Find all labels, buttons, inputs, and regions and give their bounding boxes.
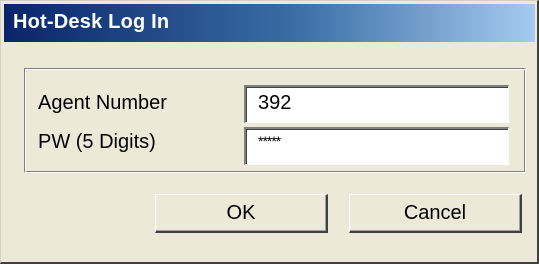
agent-number-input[interactable]: 392 <box>244 85 509 123</box>
title-bar[interactable]: Hot-Desk Log In <box>4 4 535 42</box>
password-input[interactable]: ***** <box>244 127 509 165</box>
password-label: PW (5 Digits) <box>38 131 156 153</box>
dialog-title: Hot-Desk Log In <box>13 11 170 33</box>
cancel-button[interactable]: Cancel <box>349 194 522 233</box>
agent-number-label: Agent Number <box>38 92 167 114</box>
ok-button[interactable]: OK <box>155 194 328 233</box>
